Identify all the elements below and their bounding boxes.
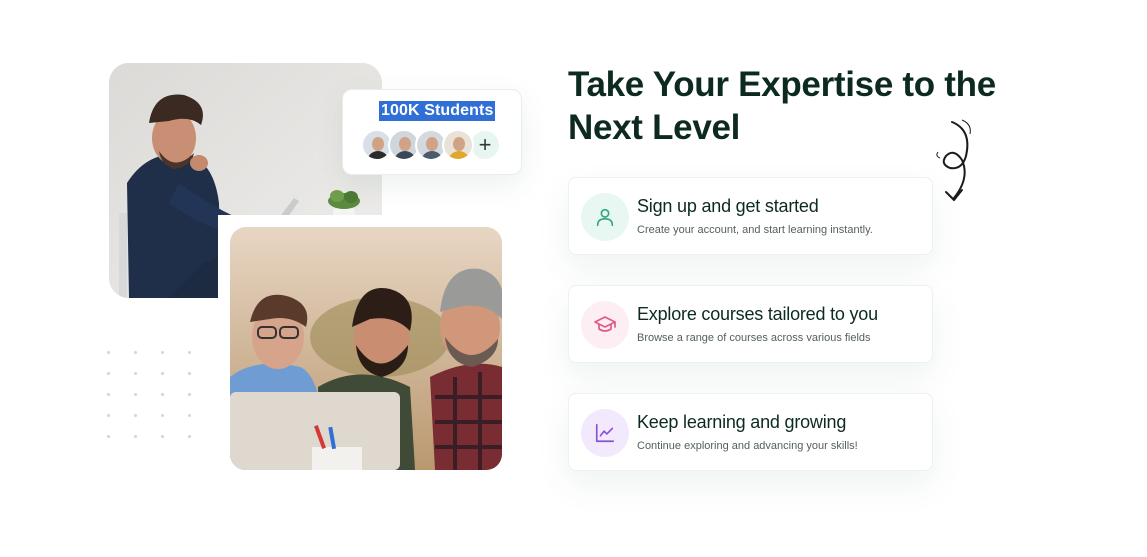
step-description: Continue exploring and advancing your sk… <box>637 440 858 452</box>
student-avatar-group: + <box>361 129 501 161</box>
three-men-looking-at-laptop-photo <box>230 227 502 470</box>
avatar-body <box>421 151 443 159</box>
avatar-body <box>367 151 389 159</box>
step-icon-wrap <box>581 301 629 349</box>
avatar-head <box>453 137 465 151</box>
step-description: Create your account, and start learning … <box>637 224 873 236</box>
dot-grid-decoration <box>107 351 197 443</box>
step-card-explore-courses: Explore courses tailored to you Browse a… <box>568 285 933 363</box>
grid-dot <box>107 414 110 417</box>
step-title: Explore courses tailored to you <box>637 304 878 324</box>
avatar-head <box>426 137 438 151</box>
grid-dot <box>188 372 191 375</box>
grid-dot <box>161 351 164 354</box>
grid-dot <box>161 414 164 417</box>
grid-dot <box>134 414 137 417</box>
avatar-body <box>394 151 416 159</box>
step-card-sign-up: Sign up and get started Create your acco… <box>568 177 933 255</box>
grid-dot <box>134 372 137 375</box>
students-count-label: 100K Students <box>379 101 496 121</box>
grid-dot <box>107 372 110 375</box>
photo-illustration <box>230 227 502 470</box>
students-count-card: 100K Students + <box>342 89 522 175</box>
grid-dot <box>188 393 191 396</box>
grid-dot <box>188 435 191 438</box>
avatar-body <box>448 151 470 159</box>
grid-dot <box>188 351 191 354</box>
line-chart-icon <box>595 423 615 443</box>
step-icon-wrap <box>581 193 629 241</box>
grid-dot <box>107 393 110 396</box>
avatar-4 <box>442 129 474 161</box>
grid-dot <box>188 414 191 417</box>
avatar-head <box>372 137 384 151</box>
user-icon <box>596 208 614 227</box>
grid-dot <box>134 393 137 396</box>
step-description: Browse a range of courses across various… <box>637 332 871 344</box>
step-card-keep-learning: Keep learning and growing Continue explo… <box>568 393 933 471</box>
grid-dot <box>161 393 164 396</box>
grid-dot <box>161 372 164 375</box>
grid-dot <box>134 351 137 354</box>
grid-dot <box>107 351 110 354</box>
avatar-head <box>399 137 411 151</box>
step-icon-wrap <box>581 409 629 457</box>
grid-dot <box>134 435 137 438</box>
grid-dot <box>107 435 110 438</box>
step-title: Keep learning and growing <box>637 412 847 432</box>
grid-dot <box>161 435 164 438</box>
graduation-cap-icon <box>594 316 616 332</box>
squiggle-arrow-icon <box>936 119 971 201</box>
step-title: Sign up and get started <box>637 196 819 216</box>
